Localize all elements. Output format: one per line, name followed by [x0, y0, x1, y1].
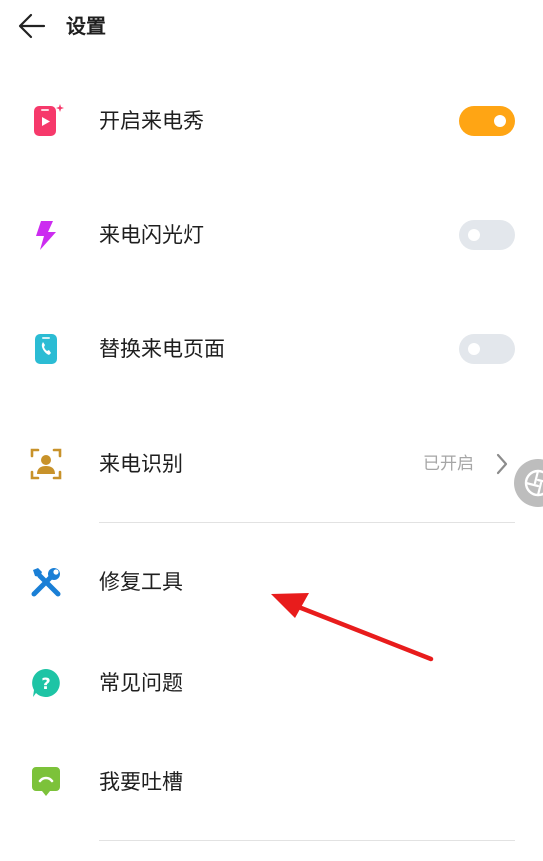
setting-row-caller-id[interactable]: 来电识别 已开启 [0, 429, 543, 499]
toggle-knob [494, 115, 506, 127]
lightning-icon [28, 217, 64, 253]
arrow-left-icon [18, 13, 46, 39]
call-show-icon [28, 103, 64, 139]
feedback-icon [28, 764, 64, 800]
section-divider [99, 522, 515, 523]
aperture-icon [524, 469, 543, 497]
call-show-toggle[interactable] [459, 106, 515, 136]
page-title: 设置 [66, 14, 106, 38]
svg-text:?: ? [41, 674, 50, 693]
flash-toggle[interactable] [459, 220, 515, 250]
toggle-knob [468, 343, 480, 355]
replace-page-label: 替换来电页面 [99, 337, 225, 361]
phone-call-icon [28, 331, 64, 367]
chevron-right-icon [490, 452, 514, 476]
back-button[interactable] [14, 9, 50, 43]
menu-row-feedback[interactable]: 我要吐槽 [0, 747, 543, 817]
replace-page-toggle[interactable] [459, 334, 515, 364]
help-question-icon: ? [28, 665, 64, 701]
header-bar: 设置 [0, 0, 543, 52]
call-show-label: 开启来电秀 [99, 109, 204, 133]
setting-row-replace-page[interactable]: 替换来电页面 [0, 314, 543, 384]
flash-label: 来电闪光灯 [99, 223, 204, 247]
faq-label: 常见问题 [99, 671, 183, 695]
setting-row-call-show[interactable]: 开启来电秀 [0, 86, 543, 156]
repair-tools-icon [28, 564, 64, 600]
feedback-label: 我要吐槽 [99, 770, 183, 794]
caller-id-label: 来电识别 [99, 452, 183, 476]
bottom-divider [99, 840, 515, 841]
repair-tool-label: 修复工具 [99, 570, 183, 594]
toggle-knob [468, 229, 480, 241]
setting-row-flash[interactable]: 来电闪光灯 [0, 200, 543, 270]
caller-id-status: 已开启 [423, 454, 474, 474]
menu-row-faq[interactable]: ? 常见问题 [0, 648, 543, 718]
caller-id-icon [28, 446, 64, 482]
menu-row-repair-tool[interactable]: 修复工具 [0, 547, 543, 617]
